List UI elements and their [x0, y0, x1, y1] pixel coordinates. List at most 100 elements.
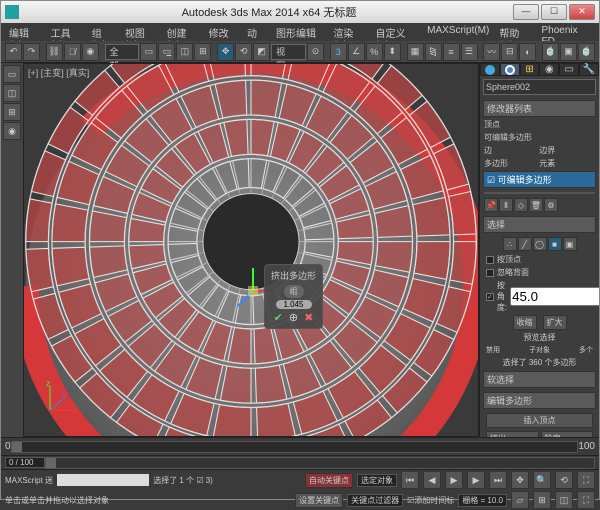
- by-vertex-check[interactable]: [486, 256, 494, 264]
- object-name-field[interactable]: Sphere002: [483, 79, 596, 95]
- nav-pan-icon[interactable]: ✥: [511, 471, 529, 489]
- render-icon[interactable]: 🍵: [578, 43, 595, 61]
- curve-editor-icon[interactable]: 〰: [483, 43, 500, 61]
- keymode-dropdown[interactable]: 选定对象: [357, 474, 397, 487]
- caddy-apply-icon[interactable]: ⊕: [289, 311, 298, 324]
- snap-icon[interactable]: 3: [330, 43, 347, 61]
- nav-max-icon[interactable]: ⛶: [577, 471, 595, 489]
- so-polygon[interactable]: 多边形: [484, 158, 537, 169]
- menu-group[interactable]: 组(G): [88, 23, 119, 41]
- menu-grapheditors[interactable]: 图形编辑器: [272, 23, 327, 41]
- select-name-icon[interactable]: ▭̲: [158, 43, 175, 61]
- nav-min-icon[interactable]: ⛶: [577, 491, 595, 509]
- menu-create[interactable]: 创建(C): [162, 23, 202, 41]
- sel-polygon-icon[interactable]: ■: [548, 237, 562, 251]
- pin-stack-icon[interactable]: 📌: [484, 198, 498, 212]
- move-icon[interactable]: ✥: [217, 43, 234, 61]
- viewport-label[interactable]: [+] [主变] [真实]: [28, 66, 89, 79]
- modifier-stack[interactable]: [484, 192, 595, 194]
- so-vertex[interactable]: 顶点: [484, 119, 537, 130]
- nav-zoomext-icon[interactable]: ◫: [555, 491, 573, 509]
- prev-subobj[interactable]: 子对象: [529, 345, 550, 355]
- insert-vertex-button[interactable]: 插入顶点: [486, 413, 593, 428]
- setkey-button[interactable]: 设置关键点: [295, 493, 343, 508]
- caddy-ok-icon[interactable]: ✔: [274, 311, 283, 324]
- render-setup-icon[interactable]: 🍵: [542, 43, 559, 61]
- so-element[interactable]: 元素: [539, 158, 592, 169]
- unique-icon[interactable]: ◇: [514, 198, 528, 212]
- left-tool-2[interactable]: ◫: [3, 84, 21, 102]
- left-tool-4[interactable]: ◉: [3, 122, 21, 140]
- menu-modifiers[interactable]: 修改器: [205, 23, 241, 41]
- unlink-icon[interactable]: ⛓̸: [64, 43, 81, 61]
- tab-display[interactable]: ▭: [559, 63, 579, 76]
- refcoord-dropdown[interactable]: 视图: [271, 44, 306, 60]
- tab-utilities[interactable]: 🔧: [579, 63, 599, 76]
- autokey-button[interactable]: 自动关键点: [305, 473, 353, 488]
- align-icon[interactable]: ≡: [443, 43, 460, 61]
- tab-motion[interactable]: ◉: [539, 63, 559, 76]
- menu-maxscript[interactable]: MAXScript(M): [423, 23, 493, 41]
- viewport[interactable]: [+] [主变] [真实] 挤出多边形 组 1.045 ✔ ⊕ ✖: [23, 63, 479, 437]
- angle-snap-icon[interactable]: ∠: [348, 43, 365, 61]
- time-slider[interactable]: [11, 441, 579, 453]
- play-icon[interactable]: ▶: [445, 471, 463, 489]
- nav-zoomall-icon[interactable]: ⊞: [533, 491, 551, 509]
- menu-help[interactable]: 帮助(H): [495, 23, 535, 41]
- schematic-icon[interactable]: ⊟: [501, 43, 518, 61]
- left-tool-3[interactable]: ⊞: [3, 103, 21, 121]
- caddy-value[interactable]: 1.045: [276, 300, 312, 309]
- menu-tools[interactable]: 工具(T): [47, 23, 86, 41]
- angle-field[interactable]: [510, 287, 599, 306]
- nav-fov-icon[interactable]: ▱: [511, 491, 529, 509]
- trackbar[interactable]: [45, 457, 595, 469]
- goto-start-icon[interactable]: ⏮: [401, 471, 419, 489]
- undo-icon[interactable]: ↶: [5, 43, 22, 61]
- selection-filter-dropdown[interactable]: 全部: [105, 44, 140, 60]
- sel-element-icon[interactable]: ▣: [563, 237, 577, 251]
- spinner-snap-icon[interactable]: ⬍: [384, 43, 401, 61]
- menu-view[interactable]: 视图(V): [121, 23, 161, 41]
- left-tool-1[interactable]: ▭: [3, 65, 21, 83]
- render-frame-icon[interactable]: ▣: [560, 43, 577, 61]
- named-sel-icon[interactable]: ▦: [407, 43, 424, 61]
- tab-modify[interactable]: [500, 63, 520, 76]
- redo-icon[interactable]: ↷: [23, 43, 40, 61]
- window-crossing-icon[interactable]: ⊞: [194, 43, 211, 61]
- menu-render[interactable]: 渲染(R): [329, 23, 369, 41]
- menu-customize[interactable]: 自定义(U): [372, 23, 422, 41]
- percent-snap-icon[interactable]: %: [366, 43, 383, 61]
- frame-display[interactable]: 0 / 100: [5, 457, 45, 468]
- maximize-button[interactable]: ☐: [541, 4, 567, 20]
- caddy-mode[interactable]: 组: [284, 285, 304, 298]
- menu-edit[interactable]: 编辑(E): [5, 23, 45, 41]
- keyfilter-button[interactable]: 关键点过滤器: [347, 494, 403, 507]
- sel-vertex-icon[interactable]: ∴: [503, 237, 517, 251]
- link-icon[interactable]: ⛓: [46, 43, 63, 61]
- ignore-backface-check[interactable]: [486, 269, 494, 277]
- show-end-icon[interactable]: Ⅱ: [499, 198, 513, 212]
- select-region-icon[interactable]: ◫: [176, 43, 193, 61]
- so-edge[interactable]: 边: [484, 145, 537, 156]
- tab-create[interactable]: [480, 63, 500, 76]
- caddy-cancel-icon[interactable]: ✖: [304, 311, 313, 324]
- menu-phoenixfd[interactable]: Phoenix FD: [537, 23, 595, 41]
- tab-hierarchy[interactable]: ⊞: [520, 63, 540, 76]
- so-border[interactable]: 边界: [539, 145, 592, 156]
- nav-orbit-icon[interactable]: ⟲: [555, 471, 573, 489]
- sel-border-icon[interactable]: ◯: [533, 237, 547, 251]
- by-angle-check[interactable]: [486, 293, 494, 301]
- rotate-icon[interactable]: ⟲: [235, 43, 252, 61]
- select-icon[interactable]: ▭: [140, 43, 157, 61]
- goto-end-icon[interactable]: ⏭: [489, 471, 507, 489]
- prev-off[interactable]: 禁用: [486, 345, 500, 355]
- add-timetag[interactable]: ☑添加时间标: [407, 495, 454, 506]
- bind-icon[interactable]: ◉: [82, 43, 99, 61]
- nav-zoom-icon[interactable]: 🔍: [533, 471, 551, 489]
- menu-animation[interactable]: 动画: [243, 23, 270, 41]
- layers-icon[interactable]: ☰: [461, 43, 478, 61]
- minimize-button[interactable]: —: [513, 4, 539, 20]
- pivot-icon[interactable]: ⊙: [307, 43, 324, 61]
- remove-mod-icon[interactable]: 🗑: [529, 198, 543, 212]
- prev-multi[interactable]: 多个: [579, 345, 593, 355]
